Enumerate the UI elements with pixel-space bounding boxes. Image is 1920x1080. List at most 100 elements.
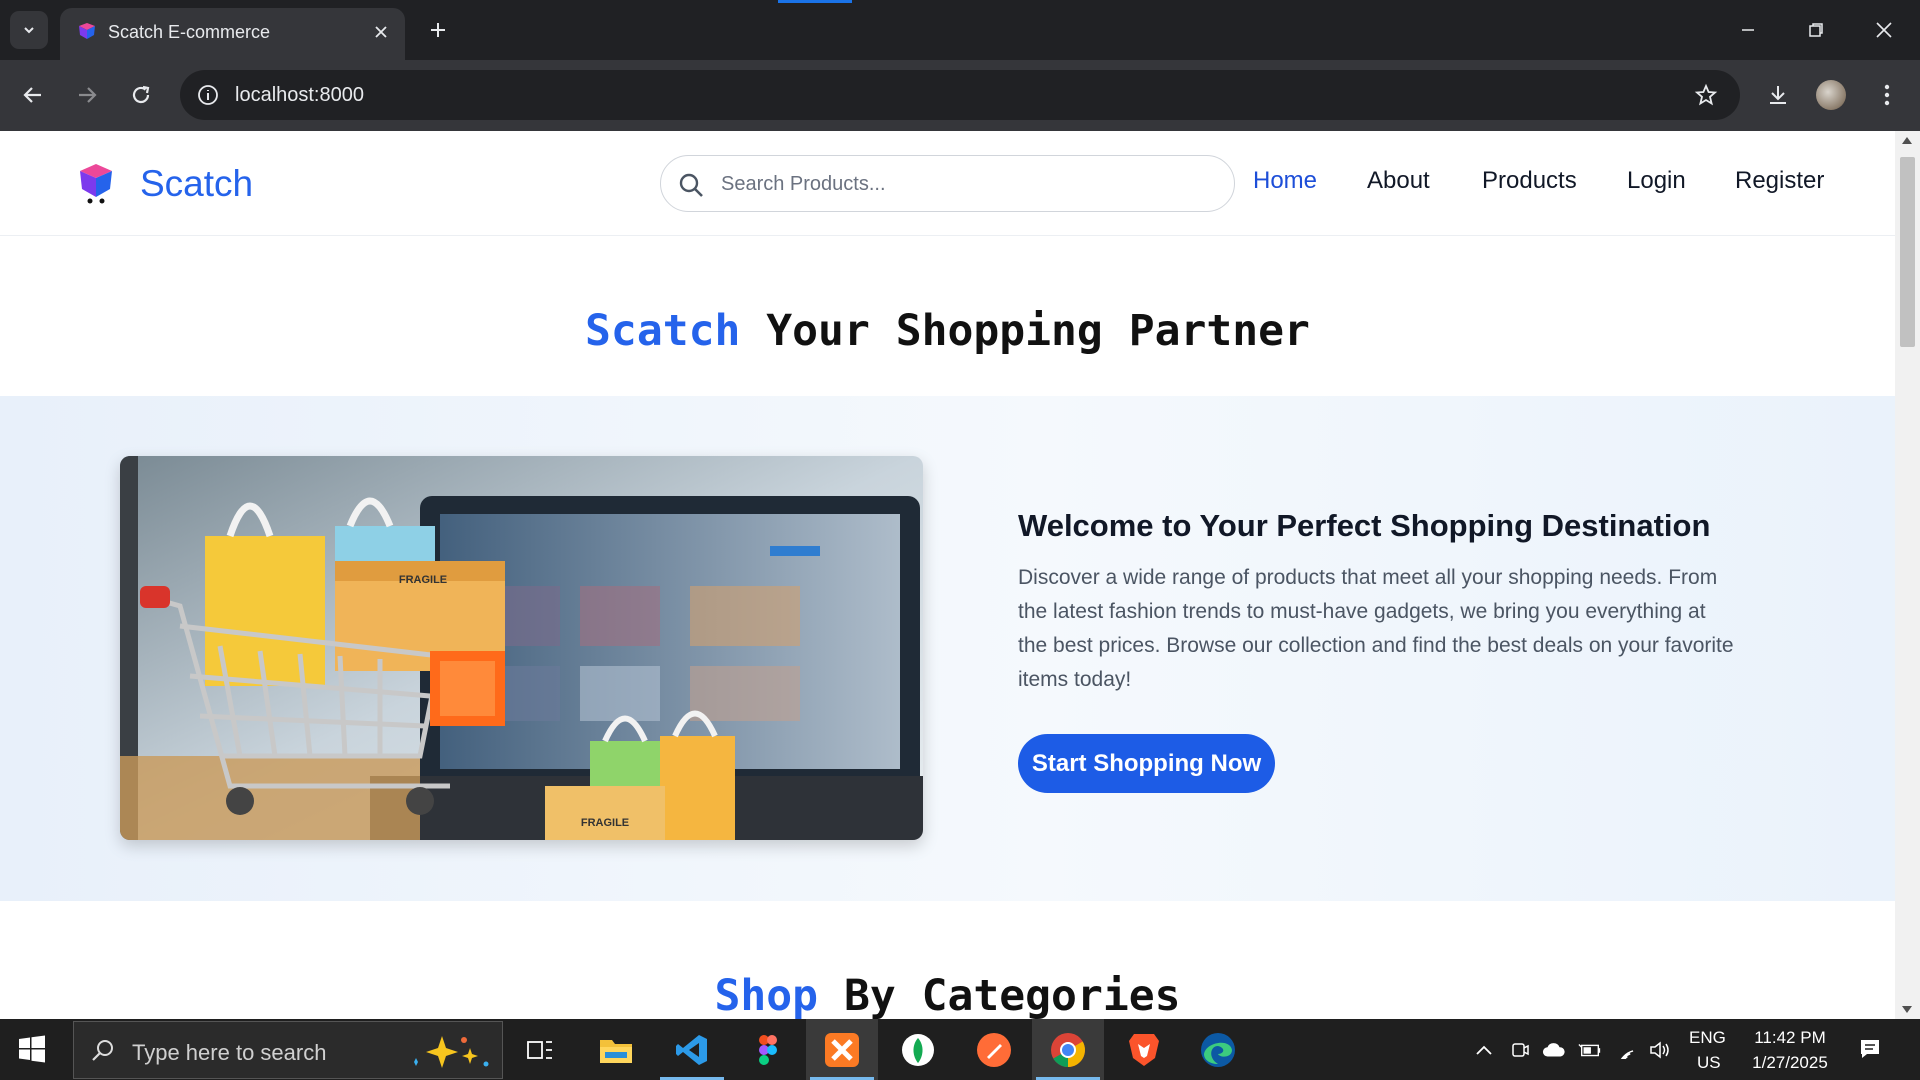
download-icon (1770, 86, 1786, 104)
browser-menu-button[interactable] (1870, 78, 1904, 112)
downloads-button[interactable] (1761, 78, 1795, 112)
windows-taskbar: Type here to search ENG US 11:42 PM 1/27… (0, 1019, 1920, 1080)
edge-button[interactable] (1182, 1019, 1254, 1080)
figma-button[interactable] (732, 1019, 804, 1080)
browser-toolbar: localhost:8000 (0, 60, 1920, 131)
clock-time[interactable]: 11:42 PM (1749, 1028, 1831, 1048)
start-shopping-button[interactable]: Start Shopping Now (1018, 734, 1275, 793)
hero-description: Discover a wide range of products that m… (1018, 566, 1734, 691)
arrow-left-icon (23, 87, 41, 103)
figma-icon (759, 1034, 777, 1065)
more-vertical-icon (1884, 84, 1890, 106)
small-box-fragile-label: FRAGILE (581, 817, 629, 829)
categories-title: Shop By Categories (0, 971, 1895, 1019)
new-tab-button[interactable] (424, 16, 452, 44)
scroll-thumb[interactable] (1900, 157, 1915, 347)
folder-icon (600, 1039, 632, 1063)
mongodb-compass-button[interactable] (882, 1019, 954, 1080)
sparkle-icon (414, 1036, 489, 1068)
page-scrollbar[interactable] (1895, 131, 1920, 1019)
file-explorer-button[interactable] (580, 1019, 652, 1080)
minimize-icon (1742, 29, 1754, 31)
search-icon (679, 173, 703, 197)
close-window-button[interactable] (1866, 12, 1902, 48)
search-icon (92, 1040, 113, 1061)
nav-register[interactable]: Register (1735, 167, 1824, 195)
forward-button[interactable] (70, 78, 104, 112)
cloud-icon (1542, 1043, 1565, 1057)
mongodb-leaf-icon (902, 1033, 934, 1066)
back-button[interactable] (16, 78, 50, 112)
tab-close-button[interactable] (369, 20, 393, 44)
action-center-button[interactable] (1858, 1038, 1882, 1060)
browser-tab-bar: Scatch E-commerce (0, 0, 1920, 60)
hero-title: Scatch Your Shopping Partner (0, 306, 1895, 356)
clock-date[interactable]: 1/27/2025 (1745, 1053, 1835, 1073)
browser-tab[interactable]: Scatch E-commerce (60, 8, 405, 60)
chrome-icon (1051, 1032, 1085, 1067)
hero-heading: Welcome to Your Perfect Shopping Destina… (1018, 508, 1711, 543)
url-text[interactable]: localhost:8000 (235, 84, 364, 107)
language-indicator[interactable]: ENG (1689, 1028, 1726, 1048)
tab-title: Scatch E-commerce (108, 22, 271, 42)
vs-code-icon (676, 1034, 707, 1065)
site-info-icon[interactable] (196, 83, 220, 107)
brave-button[interactable] (1108, 1019, 1180, 1080)
nav-login[interactable]: Login (1627, 167, 1686, 195)
task-view-icon (527, 1040, 552, 1059)
scroll-down-arrow-icon[interactable] (1902, 1006, 1912, 1013)
plus-icon (431, 23, 445, 37)
chrome-button[interactable] (1032, 1019, 1104, 1080)
scroll-up-arrow-icon[interactable] (1902, 137, 1912, 144)
postman-button[interactable] (958, 1019, 1030, 1080)
site-header: Scatch Home About Products Login Registe… (0, 131, 1895, 236)
speaker-icon (1650, 1041, 1669, 1059)
wifi-icon[interactable] (1614, 1039, 1638, 1061)
box-fragile-label: FRAGILE (399, 574, 447, 586)
vs-code-button[interactable] (656, 1019, 728, 1080)
address-bar[interactable]: localhost:8000 (180, 70, 1740, 120)
windows-start-icon[interactable] (18, 1035, 46, 1063)
region-indicator[interactable]: US (1697, 1053, 1721, 1073)
restore-button[interactable] (1798, 12, 1834, 48)
wifi-icon (1618, 1050, 1634, 1059)
star-icon[interactable] (1694, 83, 1718, 107)
tab-search-button[interactable] (10, 11, 48, 49)
reload-icon (132, 85, 150, 104)
taskbar-search-box[interactable]: Type here to search (73, 1021, 503, 1079)
hero-title-rest: Your Shopping Partner (740, 306, 1310, 356)
volume-icon[interactable] (1648, 1039, 1672, 1061)
onedrive-icon[interactable] (1542, 1039, 1566, 1061)
tab-loading-indicator (778, 0, 852, 3)
nav-products[interactable]: Products (1482, 167, 1577, 195)
chevron-up-icon (1476, 1045, 1492, 1055)
notification-icon (1861, 1040, 1879, 1058)
postman-icon (977, 1032, 1011, 1067)
battery-icon[interactable] (1578, 1039, 1602, 1061)
nav-home[interactable]: Home (1253, 167, 1317, 195)
profile-avatar[interactable] (1816, 80, 1846, 110)
xampp-button[interactable] (806, 1019, 878, 1080)
taskbar-search-placeholder: Type here to search (132, 1040, 327, 1065)
categories-title-rest: By Categories (818, 971, 1181, 1019)
product-search[interactable] (660, 155, 1235, 212)
hero-image: FRAGILE FRAGILE (120, 456, 923, 840)
task-view-button[interactable] (504, 1019, 576, 1080)
meet-now-icon[interactable] (1508, 1039, 1532, 1061)
site-logo-text[interactable]: Scatch (140, 163, 253, 205)
search-input[interactable] (721, 168, 1211, 200)
reload-button[interactable] (124, 78, 158, 112)
close-icon (1876, 22, 1892, 38)
hero-section: FRAGILE FRAGILE Welcome to Your Perfect … (0, 396, 1895, 901)
battery-icon (1578, 1043, 1601, 1057)
arrow-right-icon (79, 87, 97, 103)
tray-overflow-button[interactable] (1472, 1039, 1496, 1061)
edge-icon (1201, 1032, 1235, 1067)
xampp-icon (825, 1032, 859, 1067)
minimize-button[interactable] (1730, 12, 1766, 48)
restore-icon (1809, 23, 1823, 37)
categories-title-accent: Shop (714, 971, 819, 1019)
scatch-logo-icon[interactable] (76, 161, 116, 205)
nav-about[interactable]: About (1367, 167, 1430, 195)
page-viewport: Scatch Home About Products Login Registe… (0, 131, 1895, 1019)
